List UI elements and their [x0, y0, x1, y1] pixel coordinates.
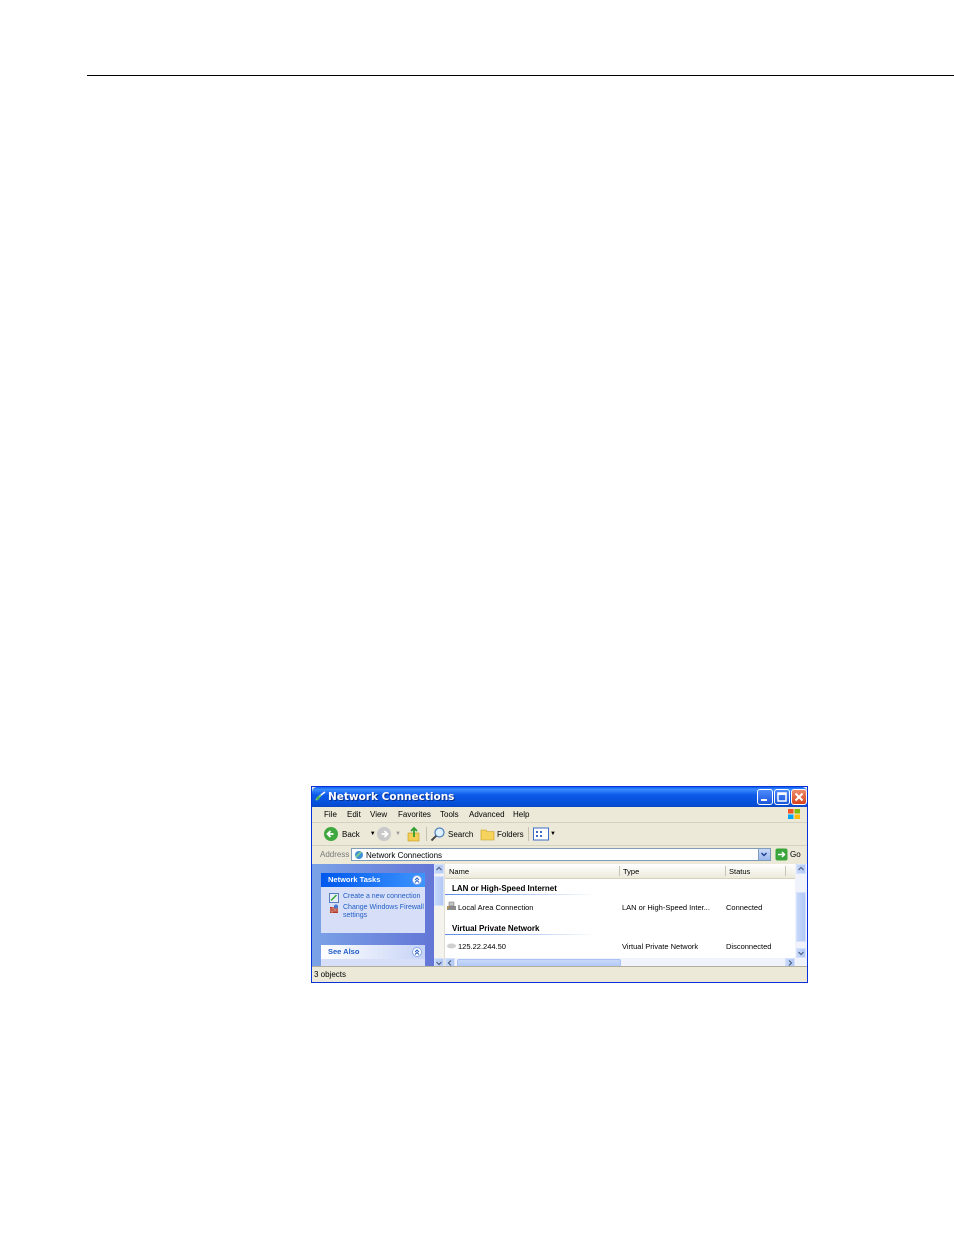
- menu-file[interactable]: File: [324, 810, 337, 819]
- menu-edit[interactable]: Edit: [347, 810, 361, 819]
- forward-button[interactable]: ▼: [376, 826, 401, 842]
- back-button[interactable]: Back ▼: [323, 826, 376, 842]
- column-divider[interactable]: [785, 866, 786, 876]
- address-value: Network Connections: [366, 851, 443, 860]
- go-label: Go: [790, 850, 801, 859]
- group-divider: [445, 934, 595, 935]
- vpn-connection-icon: [447, 943, 456, 949]
- address-label: Address: [320, 850, 350, 859]
- address-bar: Address Network Connections Go: [312, 846, 807, 865]
- scroll-up-button[interactable]: [796, 864, 806, 874]
- column-status-header[interactable]: Status: [729, 867, 750, 876]
- network-connections-icon: [355, 851, 363, 859]
- up-folder-icon: [407, 826, 420, 842]
- firewall-settings-link[interactable]: Change Windows Firewall settings: [321, 904, 425, 920]
- page-header-rule: [87, 75, 954, 76]
- maximize-icon: [777, 792, 787, 802]
- toolbar-separator: [426, 827, 427, 841]
- collapse-chevron-icon[interactable]: [412, 875, 422, 885]
- menu-tools[interactable]: Tools: [440, 810, 459, 819]
- folders-button[interactable]: Folders: [480, 826, 524, 842]
- views-icon: [533, 827, 549, 841]
- task-pane-scrollbar[interactable]: [434, 864, 445, 968]
- back-label: Back: [342, 829, 360, 839]
- views-button[interactable]: ▼: [533, 826, 556, 842]
- back-arrow-icon: [324, 827, 338, 841]
- up-folder-button[interactable]: [407, 826, 421, 842]
- chevron-up-icon: [798, 866, 804, 871]
- group-vpn-header: Virtual Private Network: [452, 924, 540, 933]
- views-dropdown-icon: ▼: [550, 831, 556, 837]
- chevron-up-icon: [436, 866, 442, 871]
- chevron-down-icon: [761, 852, 767, 857]
- search-label: Search: [448, 829, 474, 839]
- address-input[interactable]: Network Connections: [351, 848, 771, 861]
- group-lan-header: LAN or High-Speed Internet: [452, 884, 557, 893]
- see-also-panel: See Also: [321, 945, 425, 968]
- go-button[interactable]: Go: [775, 848, 801, 861]
- status-bar: 3 objects: [312, 966, 807, 982]
- forward-arrow-icon: [377, 827, 391, 841]
- column-divider[interactable]: [725, 866, 726, 876]
- windows-logo-icon: [788, 809, 800, 819]
- connection-type: LAN or High-Speed Inter...: [622, 903, 710, 912]
- network-connections-icon: [315, 791, 326, 801]
- connection-status: Connected: [726, 903, 763, 912]
- lan-connection-icon: [446, 901, 456, 910]
- firewall-settings-label: Change Windows Firewall settings: [343, 904, 424, 919]
- window-title: Network Connections: [328, 791, 455, 803]
- column-type-header[interactable]: Type: [623, 867, 639, 876]
- task-pane: Network Tasks Create a new connection Ch…: [312, 864, 434, 968]
- minimize-icon: [761, 799, 767, 801]
- address-dropdown-button[interactable]: [758, 849, 770, 860]
- menu-advanced[interactable]: Advanced: [469, 810, 505, 819]
- forward-dropdown-icon[interactable]: ▼: [395, 831, 401, 837]
- menu-favorites[interactable]: Favorites: [398, 810, 431, 819]
- create-connection-label: Create a new connection: [343, 893, 421, 900]
- connection-status: Disconnected: [726, 942, 772, 951]
- connection-name: Local Area Connection: [458, 903, 534, 912]
- column-name-header[interactable]: Name: [449, 867, 469, 876]
- menu-help[interactable]: Help: [513, 810, 529, 819]
- close-icon: [794, 792, 804, 802]
- group-divider: [445, 894, 595, 895]
- search-icon: [430, 827, 445, 842]
- scroll-down-button[interactable]: [796, 948, 806, 958]
- title-bar[interactable]: Network Connections: [312, 787, 807, 807]
- menu-bar: File Edit View Favorites Tools Advanced …: [312, 807, 807, 823]
- toolbar-separator: [528, 827, 529, 841]
- scroll-up-button[interactable]: [434, 864, 444, 874]
- network-tasks-title: Network Tasks: [328, 875, 381, 884]
- list-vertical-scrollbar[interactable]: [795, 864, 807, 958]
- minimize-button[interactable]: [757, 789, 773, 805]
- collapse-chevron-icon[interactable]: [412, 947, 422, 957]
- column-divider[interactable]: [619, 866, 620, 876]
- network-connections-window: Network Connections File Edit View Favor…: [311, 786, 808, 983]
- see-also-title: See Also: [328, 947, 360, 956]
- see-also-header[interactable]: See Also: [321, 945, 425, 959]
- create-connection-link[interactable]: Create a new connection: [321, 893, 425, 903]
- maximize-button[interactable]: [774, 789, 790, 805]
- scroll-thumb[interactable]: [434, 876, 444, 906]
- network-tasks-panel: Network Tasks Create a new connection Ch…: [321, 873, 425, 933]
- scroll-thumb[interactable]: [796, 892, 806, 942]
- connections-list-pane: Name Type Status LAN or High-Speed Inter…: [434, 864, 807, 968]
- status-object-count: 3 objects: [314, 970, 347, 979]
- chevron-down-icon: [798, 951, 804, 956]
- connection-type: Virtual Private Network: [622, 942, 699, 951]
- search-button[interactable]: Search: [430, 826, 473, 842]
- go-arrow-icon: [775, 848, 788, 861]
- folders-label: Folders: [497, 829, 524, 839]
- close-button[interactable]: [791, 789, 807, 805]
- folders-icon: [480, 829, 495, 841]
- firewall-icon: [330, 904, 338, 913]
- connection-name: 125.22.244.50: [458, 942, 506, 951]
- network-tasks-header[interactable]: Network Tasks: [321, 873, 425, 887]
- standard-toolbar: Back ▼ ▼ Search Folders ▼: [312, 823, 807, 846]
- menu-view[interactable]: View: [370, 810, 387, 819]
- list-column-headers: Name Type Status: [445, 864, 795, 879]
- back-dropdown-icon[interactable]: ▼: [370, 831, 376, 837]
- new-connection-icon: [329, 893, 339, 903]
